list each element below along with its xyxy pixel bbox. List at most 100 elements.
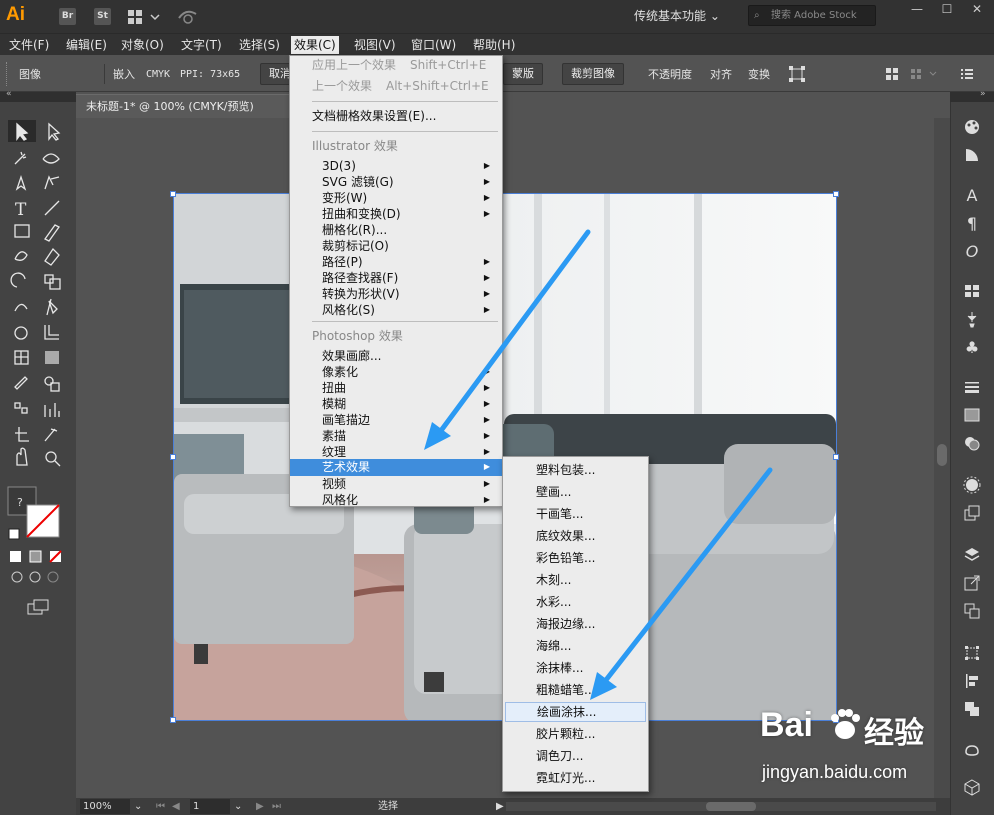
vertical-scrollbar[interactable] <box>934 118 950 798</box>
brushes-panel-icon[interactable] <box>960 308 984 330</box>
submenu-item-film-grain[interactable]: 胶片颗粒... <box>503 726 648 742</box>
menu-help[interactable]: 帮助(H) <box>470 36 518 54</box>
artboards-panel-icon[interactable] <box>960 600 984 622</box>
menu-item-video[interactable]: 视频 ▶ <box>290 476 502 492</box>
submenu-item-fresco[interactable]: 壁画... <box>503 484 648 500</box>
menu-window[interactable]: 窗口(W) <box>408 36 459 54</box>
next-artboard-icon[interactable]: ▶ <box>256 798 264 815</box>
horizontal-scroll-thumb[interactable] <box>706 802 756 811</box>
align-panel-icon[interactable] <box>960 670 984 692</box>
symbols-panel-icon[interactable]: ♣ <box>960 336 984 358</box>
close-button[interactable]: ✕ <box>962 0 992 20</box>
minimize-button[interactable]: — <box>902 0 932 20</box>
artboard-dropdown-icon[interactable]: ⌄ <box>234 798 242 815</box>
bridge-button[interactable]: Br <box>59 8 76 25</box>
menu-item-warp[interactable]: 变形(W) ▶ <box>290 190 502 206</box>
menu-item-distort[interactable]: 扭曲 ▶ <box>290 380 502 396</box>
arrange-panels-icon[interactable] <box>885 67 899 81</box>
menu-item-blur[interactable]: 模糊 ▶ <box>290 396 502 412</box>
search-stock-input[interactable]: ⌕ 搜索 Adobe Stock <box>748 5 876 26</box>
appearance-panel-icon[interactable] <box>960 474 984 496</box>
menu-item-3d[interactable]: 3D(3) ▶ <box>290 158 502 174</box>
prev-artboard-icon[interactable]: ◀ <box>172 798 180 815</box>
menu-item-last-effect[interactable]: 上一个效果 Alt+Shift+Ctrl+E <box>290 78 502 94</box>
menu-item-raster-settings[interactable]: 文档栅格效果设置(E)... <box>290 108 502 124</box>
graphic-styles-icon[interactable] <box>960 502 984 524</box>
menu-item-effect-gallery[interactable]: 效果画廊... <box>290 348 502 364</box>
zoom-dropdown-icon[interactable]: ⌄ <box>134 798 142 815</box>
resize-handle-mr[interactable] <box>833 454 839 460</box>
menu-item-rasterize[interactable]: 栅格化(R)... <box>290 222 502 238</box>
menu-object[interactable]: 对象(O) <box>118 36 167 54</box>
submenu-item-underpainting[interactable]: 底纹效果... <box>503 528 648 544</box>
menu-view[interactable]: 视图(V) <box>351 36 399 54</box>
submenu-item-colored-pencil[interactable]: 彩色铅笔... <box>503 550 648 566</box>
change-screen-mode-icon[interactable] <box>26 598 50 616</box>
last-artboard-icon[interactable]: ⏭ <box>272 798 281 815</box>
status-menu-icon[interactable]: ▶ <box>496 798 504 815</box>
submenu-item-watercolor[interactable]: 水彩... <box>503 594 648 610</box>
submenu-item-cutout[interactable]: 木刻... <box>503 572 648 588</box>
stroke-panel-icon[interactable] <box>960 376 984 398</box>
opacity-link[interactable]: 不透明度 <box>648 66 692 84</box>
layers-panel-icon[interactable] <box>960 544 984 566</box>
menu-item-artistic[interactable]: 艺术效果 ▶ <box>290 459 502 476</box>
submenu-item-sponge[interactable]: 海绵... <box>503 638 648 654</box>
swatches-panel-icon[interactable] <box>960 280 984 302</box>
menu-item-pixelate[interactable]: 像素化 ▶ <box>290 364 502 380</box>
menu-item-crop-marks[interactable]: 裁剪标记(O) <box>290 238 502 254</box>
submenu-item-paint-daubs[interactable]: 绘画涂抹... <box>505 702 646 722</box>
transform-link[interactable]: 变换 <box>748 66 770 84</box>
align-link[interactable]: 对齐 <box>710 66 732 84</box>
transparency-panel-icon[interactable] <box>960 432 984 454</box>
menu-item-stylize-ai[interactable]: 风格化(S) ▶ <box>290 302 502 318</box>
grip-handle[interactable] <box>6 62 9 86</box>
menu-select[interactable]: 选择(S) <box>236 36 283 54</box>
arrange-documents-icon[interactable] <box>127 8 163 25</box>
transform-panel-icon[interactable] <box>960 642 984 664</box>
first-artboard-icon[interactable]: ⏮ <box>156 798 165 815</box>
export-panel-icon[interactable] <box>960 572 984 594</box>
resize-handle-ml[interactable] <box>170 454 176 460</box>
resize-handle-bl[interactable] <box>170 717 176 723</box>
maximize-button[interactable]: ☐ <box>932 0 962 20</box>
gradient-panel-icon[interactable] <box>960 404 984 426</box>
submenu-item-neon-glow[interactable]: 霓虹灯光... <box>503 770 648 786</box>
tools-panel-header[interactable]: « <box>0 89 76 102</box>
menu-item-brush-strokes[interactable]: 画笔描边 ▶ <box>290 412 502 428</box>
right-dock-header[interactable]: » <box>950 89 994 102</box>
resize-handle-tl[interactable] <box>170 191 176 197</box>
resize-handle-tr[interactable] <box>833 191 839 197</box>
menu-item-distort-transform[interactable]: 扭曲和变换(D) ▶ <box>290 206 502 222</box>
zoom-field[interactable]: 100% <box>80 799 130 814</box>
menu-edit[interactable]: 编辑(E) <box>63 36 110 54</box>
paragraph-panel-icon[interactable]: ¶ <box>960 212 984 234</box>
character-panel-icon[interactable]: A <box>960 184 984 206</box>
menu-item-convert-to-shape[interactable]: 转换为形状(V) ▶ <box>290 286 502 302</box>
menu-item-stylize-ps[interactable]: 风格化 ▶ <box>290 492 502 508</box>
menu-file[interactable]: 文件(F) <box>6 36 52 54</box>
submenu-item-poster-edges[interactable]: 海报边缘... <box>503 616 648 632</box>
menu-item-pathfinder[interactable]: 路径查找器(F) ▶ <box>290 270 502 286</box>
menu-item-sketch[interactable]: 素描 ▶ <box>290 428 502 444</box>
submenu-item-dry-brush[interactable]: 干画笔... <box>503 506 648 522</box>
panel-menu-icon[interactable] <box>960 67 974 81</box>
transform-selection-icon[interactable] <box>788 65 806 83</box>
submenu-item-plastic-wrap[interactable]: 塑料包装... <box>503 462 648 478</box>
submenu-item-smudge-stick[interactable]: 涂抹棒... <box>503 660 648 676</box>
sync-icon[interactable] <box>176 6 200 26</box>
menu-item-texture[interactable]: 纹理 ▶ <box>290 444 502 460</box>
workspace-switcher[interactable]: 传统基本功能 ⌄ <box>634 7 720 24</box>
artboard-number-field[interactable]: 1 <box>190 799 230 814</box>
grid-options-icon[interactable] <box>910 67 940 81</box>
menu-effect[interactable]: 效果(C) <box>291 36 339 54</box>
submenu-item-palette-knife[interactable]: 调色刀... <box>503 748 648 764</box>
mask-button[interactable]: 蒙版 <box>503 63 543 85</box>
opentype-panel-icon[interactable]: O <box>960 240 984 262</box>
menu-type[interactable]: 文字(T) <box>178 36 225 54</box>
submenu-item-rough-pastels[interactable]: 粗糙蜡笔... <box>503 682 648 698</box>
document-tab[interactable]: 未标题-1* @ 100% (CMYK/预览) <box>76 94 296 118</box>
crop-image-button[interactable]: 裁剪图像 <box>562 63 624 85</box>
color-guide-icon[interactable] <box>960 144 984 166</box>
color-panel-icon[interactable] <box>960 116 984 138</box>
